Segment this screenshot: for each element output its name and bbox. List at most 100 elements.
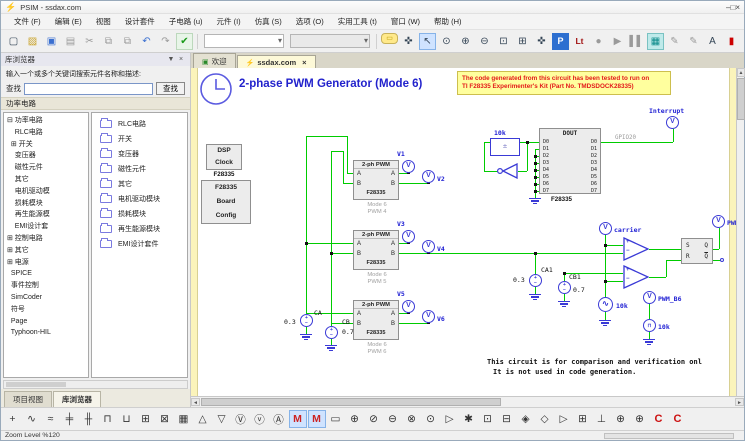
element-icon[interactable]: M xyxy=(308,410,326,428)
folder-item[interactable]: 磁性元件 xyxy=(94,161,185,176)
menu-item[interactable]: 窗口 (W) xyxy=(384,14,427,29)
sidebar-tab[interactable]: 项目视图 xyxy=(4,391,52,407)
source-ca[interactable]: +− xyxy=(300,314,313,327)
element-icon[interactable]: ⊕ xyxy=(612,410,630,428)
element-icon[interactable]: ╫ xyxy=(80,410,98,428)
zoom-combo[interactable] xyxy=(290,34,370,48)
element-icon[interactable]: ◇ xyxy=(536,410,554,428)
tree-item[interactable]: 损耗模块 xyxy=(7,198,88,210)
square-source[interactable]: ⊓ xyxy=(643,319,656,332)
voltage-probe-v1[interactable]: V xyxy=(402,160,415,173)
simview-icon[interactable]: ▦ xyxy=(647,33,664,50)
tree-item[interactable]: 磁性元件 xyxy=(7,162,88,174)
menu-item[interactable]: 设计套件 xyxy=(118,14,162,29)
menu-item[interactable]: 元件 (I) xyxy=(210,14,248,29)
voltage-probe-v5[interactable]: V xyxy=(402,300,415,313)
tree-item[interactable]: 其它 xyxy=(7,174,88,186)
element-icon[interactable]: ⊠ xyxy=(156,410,174,428)
ground-symbol[interactable] xyxy=(529,294,541,301)
board-config-block[interactable]: F28335BoardConfig xyxy=(201,180,251,224)
new-icon[interactable]: ▢ xyxy=(5,33,22,50)
stop-icon[interactable]: ● xyxy=(590,33,607,50)
zoom-fit-icon[interactable]: ⊡ xyxy=(495,33,512,50)
element-icon[interactable]: △ xyxy=(194,410,212,428)
zoom-icon[interactable]: ⊙ xyxy=(438,33,455,50)
tree-item[interactable]: 再生能源模 xyxy=(7,209,88,221)
tree-item[interactable]: 变压器 xyxy=(7,150,88,162)
voltage-probe-v6[interactable]: V xyxy=(422,310,435,323)
save-icon[interactable]: ▣ xyxy=(43,33,60,50)
cut-icon[interactable]: ✂ xyxy=(81,33,98,50)
tree-item[interactable]: SPICE xyxy=(7,268,88,280)
element-icon[interactable]: ✱ xyxy=(460,410,478,428)
canvas-hscrollbar[interactable]: ◄► xyxy=(191,396,744,407)
pause-icon[interactable]: ▌▌ xyxy=(628,33,645,50)
element-icon[interactable]: ⊕ xyxy=(631,410,649,428)
tree-item[interactable]: Page xyxy=(7,316,88,328)
menu-item[interactable]: 仿真 (S) xyxy=(248,14,289,29)
tree-item[interactable]: SimCoder xyxy=(7,292,88,304)
element-icon[interactable]: ⊟ xyxy=(498,410,516,428)
lt-icon[interactable]: Lt xyxy=(571,33,588,50)
pwm-b6-probe[interactable]: V xyxy=(643,291,656,304)
element-icon[interactable]: ⊥ xyxy=(593,410,611,428)
source-cb1[interactable]: +− xyxy=(558,281,571,294)
voltage-probe-v3[interactable]: V xyxy=(402,230,415,243)
menu-item[interactable]: 选项 (O) xyxy=(289,14,331,29)
element-icon[interactable]: ∿ xyxy=(23,410,41,428)
folder-item[interactable]: 其它 xyxy=(94,176,185,191)
element-icon[interactable]: ≈ xyxy=(42,410,60,428)
menu-item[interactable]: 子电路 (u) xyxy=(162,14,210,29)
pwm-block[interactable]: 2-ph PWM AA BB F28335 Mode 6PWM 5 xyxy=(353,230,399,270)
pwm-block[interactable]: 2-ph PWM AA BB F28335 Mode 6PWM 4 xyxy=(353,160,399,200)
folder-item[interactable]: RLC电路 xyxy=(94,116,185,131)
folder-item[interactable]: 电机驱动模块 xyxy=(94,191,185,206)
folder-item[interactable]: 变压器 xyxy=(94,146,185,161)
element-icon[interactable]: ⓥ xyxy=(251,410,269,428)
inverter-gate[interactable] xyxy=(496,163,518,179)
tree-item[interactable]: RLC电路 xyxy=(7,127,88,139)
undo-icon[interactable]: ↶ xyxy=(138,33,155,50)
draw2-icon[interactable]: ✎ xyxy=(685,33,702,50)
tree-item[interactable]: 电机驱动模 xyxy=(7,186,88,198)
select-icon[interactable]: ↖ xyxy=(419,33,436,50)
element-icon[interactable]: ⊗ xyxy=(403,410,421,428)
tree-item[interactable]: EMI设计套 xyxy=(7,221,88,233)
folder-item[interactable]: EMI设计套件 xyxy=(94,236,185,251)
element-icon[interactable]: ⊙ xyxy=(422,410,440,428)
tree-item[interactable]: ⊟ 功率电路 xyxy=(7,115,88,127)
monostable-block[interactable]: ± xyxy=(490,138,520,156)
folder-item[interactable]: 损耗模块 xyxy=(94,206,185,221)
clock-symbol[interactable] xyxy=(199,72,233,106)
carrier-probe[interactable]: V xyxy=(599,222,612,235)
element-icon[interactable]: + xyxy=(4,410,22,428)
close-panel-icon[interactable]: × xyxy=(176,56,186,63)
source-cb[interactable]: +− xyxy=(325,326,338,339)
pwm-block[interactable]: 2-ph PWM AA BB F28335 Mode 6PWM 6 xyxy=(353,300,399,340)
tab-welcome[interactable]: ▣欢迎 xyxy=(193,53,236,68)
element-icon[interactable]: ▦ xyxy=(175,410,193,428)
draw-icon[interactable]: ✎ xyxy=(666,33,683,50)
collapse-icon[interactable]: ▼ xyxy=(166,56,176,63)
canvas-vscrollbar[interactable]: ▲ xyxy=(736,68,744,396)
library-combo[interactable] xyxy=(204,34,284,48)
tree-item[interactable]: ⊞ 电源 xyxy=(7,257,88,269)
element-icon[interactable]: ⊔ xyxy=(118,410,136,428)
element-icon[interactable]: ⊓ xyxy=(99,410,117,428)
text-tool-icon[interactable]: A xyxy=(704,33,721,50)
element-icon[interactable]: ▷ xyxy=(555,410,573,428)
tree-item[interactable]: Typhoon-HIL xyxy=(7,327,88,339)
element-icon[interactable]: ⊘ xyxy=(365,410,383,428)
ground-symbol[interactable] xyxy=(300,334,312,341)
source-ca1[interactable]: +− xyxy=(529,274,542,287)
element-icon[interactable]: Ⓥ xyxy=(232,410,250,428)
search-button[interactable]: 查找 xyxy=(156,82,185,95)
paste-icon[interactable]: ⧉ xyxy=(119,33,136,50)
menu-item[interactable]: 编辑 (E) xyxy=(48,14,89,29)
folder-item[interactable]: 开关 xyxy=(94,131,185,146)
element-icon[interactable]: ⊞ xyxy=(574,410,592,428)
tab-ssdax[interactable]: ⚡ssdax.com× xyxy=(237,55,316,68)
sidebar-tab[interactable]: 库浏览器 xyxy=(53,391,101,407)
close-button[interactable]: × xyxy=(735,3,740,12)
comparator-2[interactable]: + − xyxy=(623,265,649,291)
